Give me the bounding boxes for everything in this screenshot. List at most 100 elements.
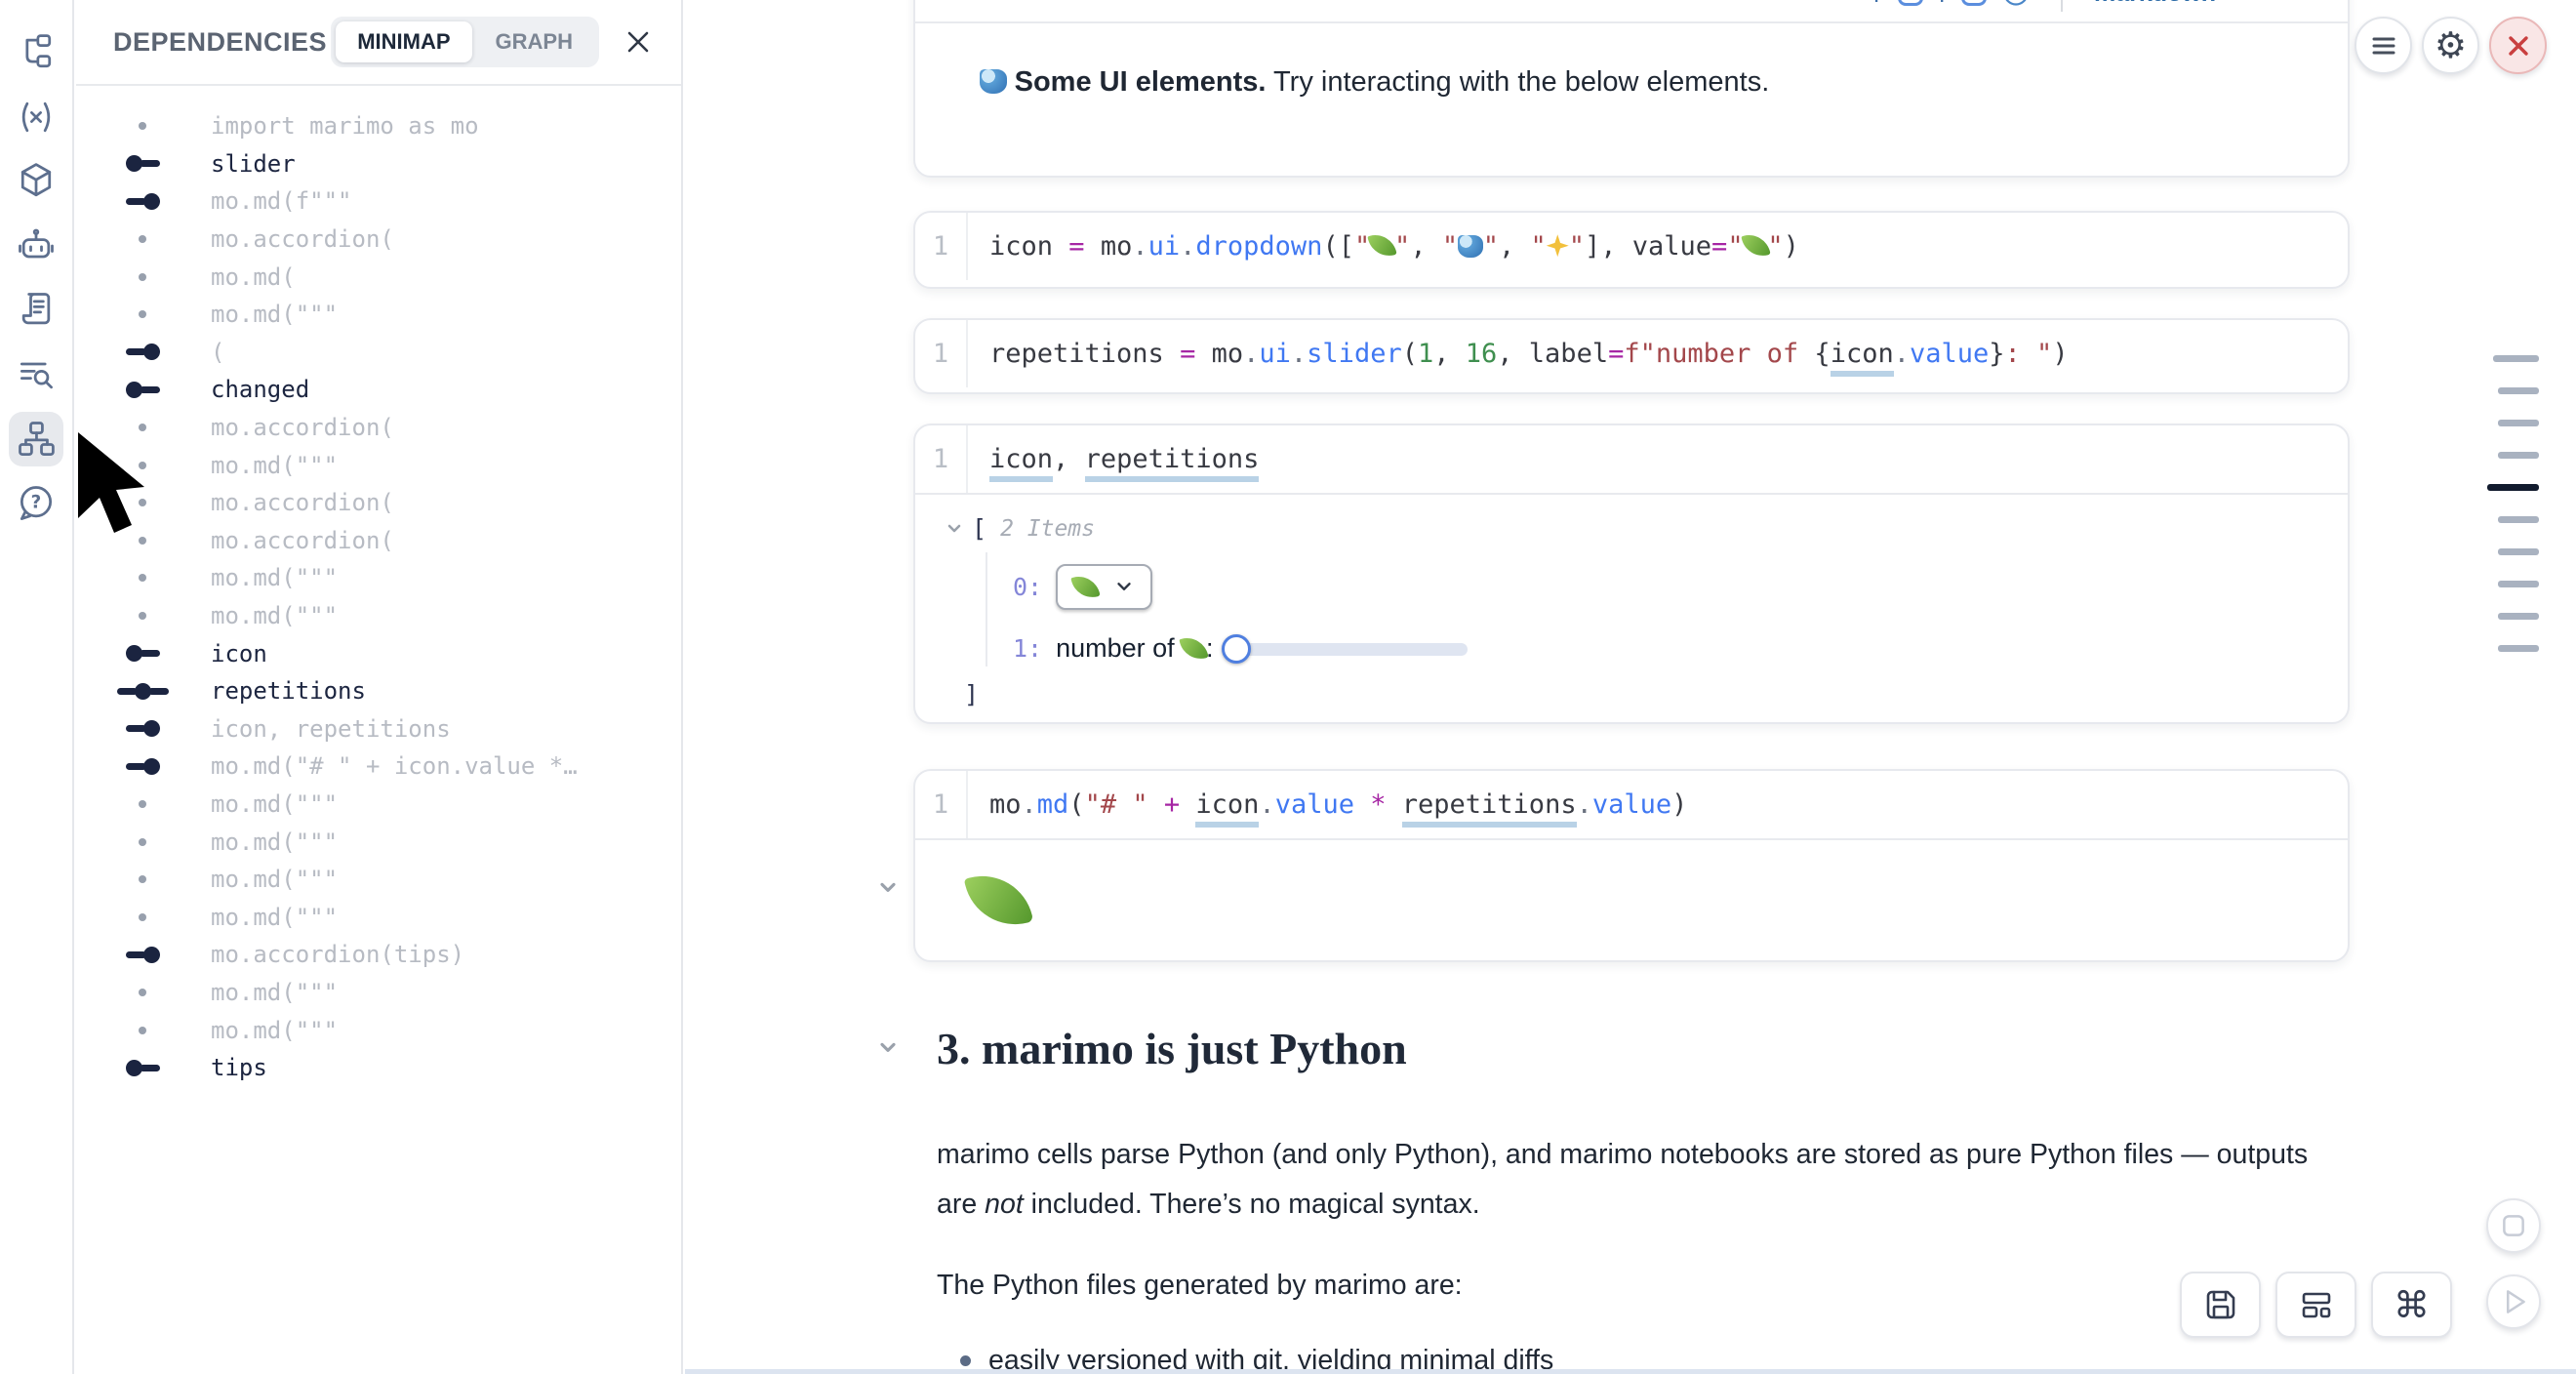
minimap-row[interactable]: mo.accordion( <box>76 522 681 560</box>
save-button[interactable] <box>2180 1272 2261 1338</box>
packages-icon <box>15 160 58 203</box>
shutdown-button[interactable] <box>2489 17 2547 74</box>
scroll-dash-active[interactable] <box>2487 484 2539 491</box>
text-span: : <box>1206 633 1214 663</box>
minimap-row[interactable]: repetitions <box>76 672 681 710</box>
minimap-row[interactable]: mo.md(""" <box>76 559 681 597</box>
dropdown-widget[interactable] <box>1056 564 1152 610</box>
scroll-dash[interactable] <box>2498 548 2539 555</box>
collapse-chevron-icon[interactable] <box>945 519 964 539</box>
minimap-row[interactable]: mo.accordion(tips) <box>76 936 681 974</box>
minimap-cell-label: mo.accordion(tips) <box>211 941 464 968</box>
code-token: ) <box>1671 789 1687 820</box>
keyboard-shortcuts-button[interactable]: ⌘ <box>2371 1272 2452 1338</box>
sidebar-item-ai-assistant[interactable] <box>9 219 63 273</box>
scroll-dash[interactable] <box>2498 420 2539 426</box>
sidebar-item-help[interactable]: ? <box>9 476 63 531</box>
section-collapse-chevron-icon[interactable] <box>876 1036 900 1060</box>
code-token: , <box>1499 231 1531 262</box>
stop-button[interactable] <box>2486 1198 2541 1253</box>
scroll-dash[interactable] <box>2498 516 2539 523</box>
sidebar-item-outline-search[interactable] <box>9 347 63 402</box>
cell-dot-icon <box>101 537 183 545</box>
raw-option-checkbox[interactable] <box>1898 0 1923 6</box>
minimap-cell-label: mo.md(""" <box>211 301 338 328</box>
array-rows: 0: 1: number of : <box>986 552 2348 667</box>
code-token <box>1164 339 1180 369</box>
minimap-row[interactable]: icon, repetitions <box>76 710 681 748</box>
scroll-dash[interactable] <box>2498 581 2539 587</box>
minimap-row[interactable]: mo.md(""" <box>76 296 681 334</box>
code-token: icon <box>989 231 1053 262</box>
settings-button[interactable]: ⚙ <box>2422 17 2479 74</box>
minimap-row[interactable]: slider <box>76 145 681 183</box>
minimap-cell-label: changed <box>211 376 309 403</box>
code-editor[interactable]: mo.md("# " + icon.value * repetitions.va… <box>968 771 1687 838</box>
scroll-dash[interactable] <box>2493 355 2539 362</box>
cell-dot-icon <box>101 1027 183 1034</box>
minimap-row[interactable]: mo.md(""" <box>76 597 681 635</box>
close-x-icon <box>2503 30 2534 61</box>
scroll-dash[interactable] <box>2498 645 2539 652</box>
code-token <box>1180 789 1195 820</box>
code-token: , <box>1053 444 1068 474</box>
minimap-row[interactable]: ( <box>76 334 681 372</box>
leaf-glyph <box>964 866 1033 935</box>
minimap-row[interactable]: tips <box>76 1049 681 1087</box>
minimap-row[interactable]: mo.accordion( <box>76 484 681 522</box>
code-token: . <box>1577 789 1592 820</box>
tab-graph[interactable]: GRAPH <box>474 21 594 62</box>
minimap-row[interactable]: mo.md(""" <box>76 786 681 824</box>
text-span <box>1007 66 1015 98</box>
bottom-divider <box>685 1369 2576 1374</box>
run-button[interactable] <box>2486 1274 2541 1329</box>
layout-icon <box>2296 1284 2337 1325</box>
minimap-cell-label: mo.accordion( <box>211 489 394 516</box>
code-token: , <box>1600 231 1632 262</box>
cell-out-marker-icon <box>101 155 183 172</box>
code-token: repetitions <box>1085 444 1260 482</box>
info-icon[interactable] <box>2002 0 2030 7</box>
minimap-row[interactable]: mo.md(""" <box>76 446 681 484</box>
line-number: 1 <box>915 425 968 493</box>
minimap-row[interactable]: mo.accordion( <box>76 409 681 447</box>
minimap-row[interactable]: icon <box>76 634 681 672</box>
scroll-dash[interactable] <box>2498 613 2539 620</box>
language-toggle[interactable]: markdown <box>2094 0 2216 8</box>
minimap-row[interactable]: import marimo as mo <box>76 107 681 145</box>
minimap-cell-label: mo.md(""" <box>211 904 338 931</box>
code-token: icon <box>1195 789 1259 828</box>
tab-minimap[interactable]: MINIMAP <box>336 21 471 62</box>
sidebar-item-snippets[interactable] <box>9 283 63 338</box>
minimap-row[interactable]: mo.md(f""" <box>76 182 681 221</box>
fstring-option-checkbox[interactable] <box>1961 0 1987 6</box>
code-editor[interactable]: icon = mo.ui.dropdown(["", "", ""], valu… <box>968 213 1799 280</box>
slider-track[interactable] <box>1235 643 1468 656</box>
panel-close-button[interactable] <box>624 28 652 56</box>
scroll-dash[interactable] <box>2498 452 2539 459</box>
menu-button[interactable] <box>2355 17 2412 74</box>
code-token: mo <box>1101 231 1133 262</box>
sidebar-item-file-tree[interactable] <box>9 25 63 80</box>
code-editor[interactable]: repetitions = mo.ui.slider(1, 16, label=… <box>968 320 2069 387</box>
slider-widget[interactable] <box>1222 633 1468 665</box>
output-collapse-chevron-icon[interactable] <box>876 876 900 900</box>
sidebar-item-variables[interactable] <box>9 90 63 144</box>
markdown-cell: 1 Some UI elements. Try interacting with… <box>913 0 2350 178</box>
code-token: ( <box>1402 339 1418 369</box>
minimap-row[interactable]: mo.md(""" <box>76 898 681 936</box>
sidebar-item-dependencies[interactable] <box>9 412 63 466</box>
sidebar-item-packages[interactable] <box>9 154 63 209</box>
minimap-row[interactable]: mo.md("# " + icon.value *… <box>76 748 681 786</box>
slider-knob[interactable] <box>1222 634 1251 664</box>
layout-button[interactable] <box>2275 1272 2356 1338</box>
minimap-row[interactable]: mo.accordion( <box>76 221 681 259</box>
minimap-row[interactable]: changed <box>76 371 681 409</box>
minimap-row[interactable]: mo.md( <box>76 258 681 296</box>
code-editor[interactable]: icon, repetitions <box>968 425 1259 493</box>
scroll-dash[interactable] <box>2498 387 2539 394</box>
minimap-row[interactable]: mo.md(""" <box>76 1011 681 1049</box>
minimap-row[interactable]: mo.md(""" <box>76 823 681 861</box>
minimap-row[interactable]: mo.md(""" <box>76 974 681 1012</box>
minimap-row[interactable]: mo.md(""" <box>76 861 681 899</box>
